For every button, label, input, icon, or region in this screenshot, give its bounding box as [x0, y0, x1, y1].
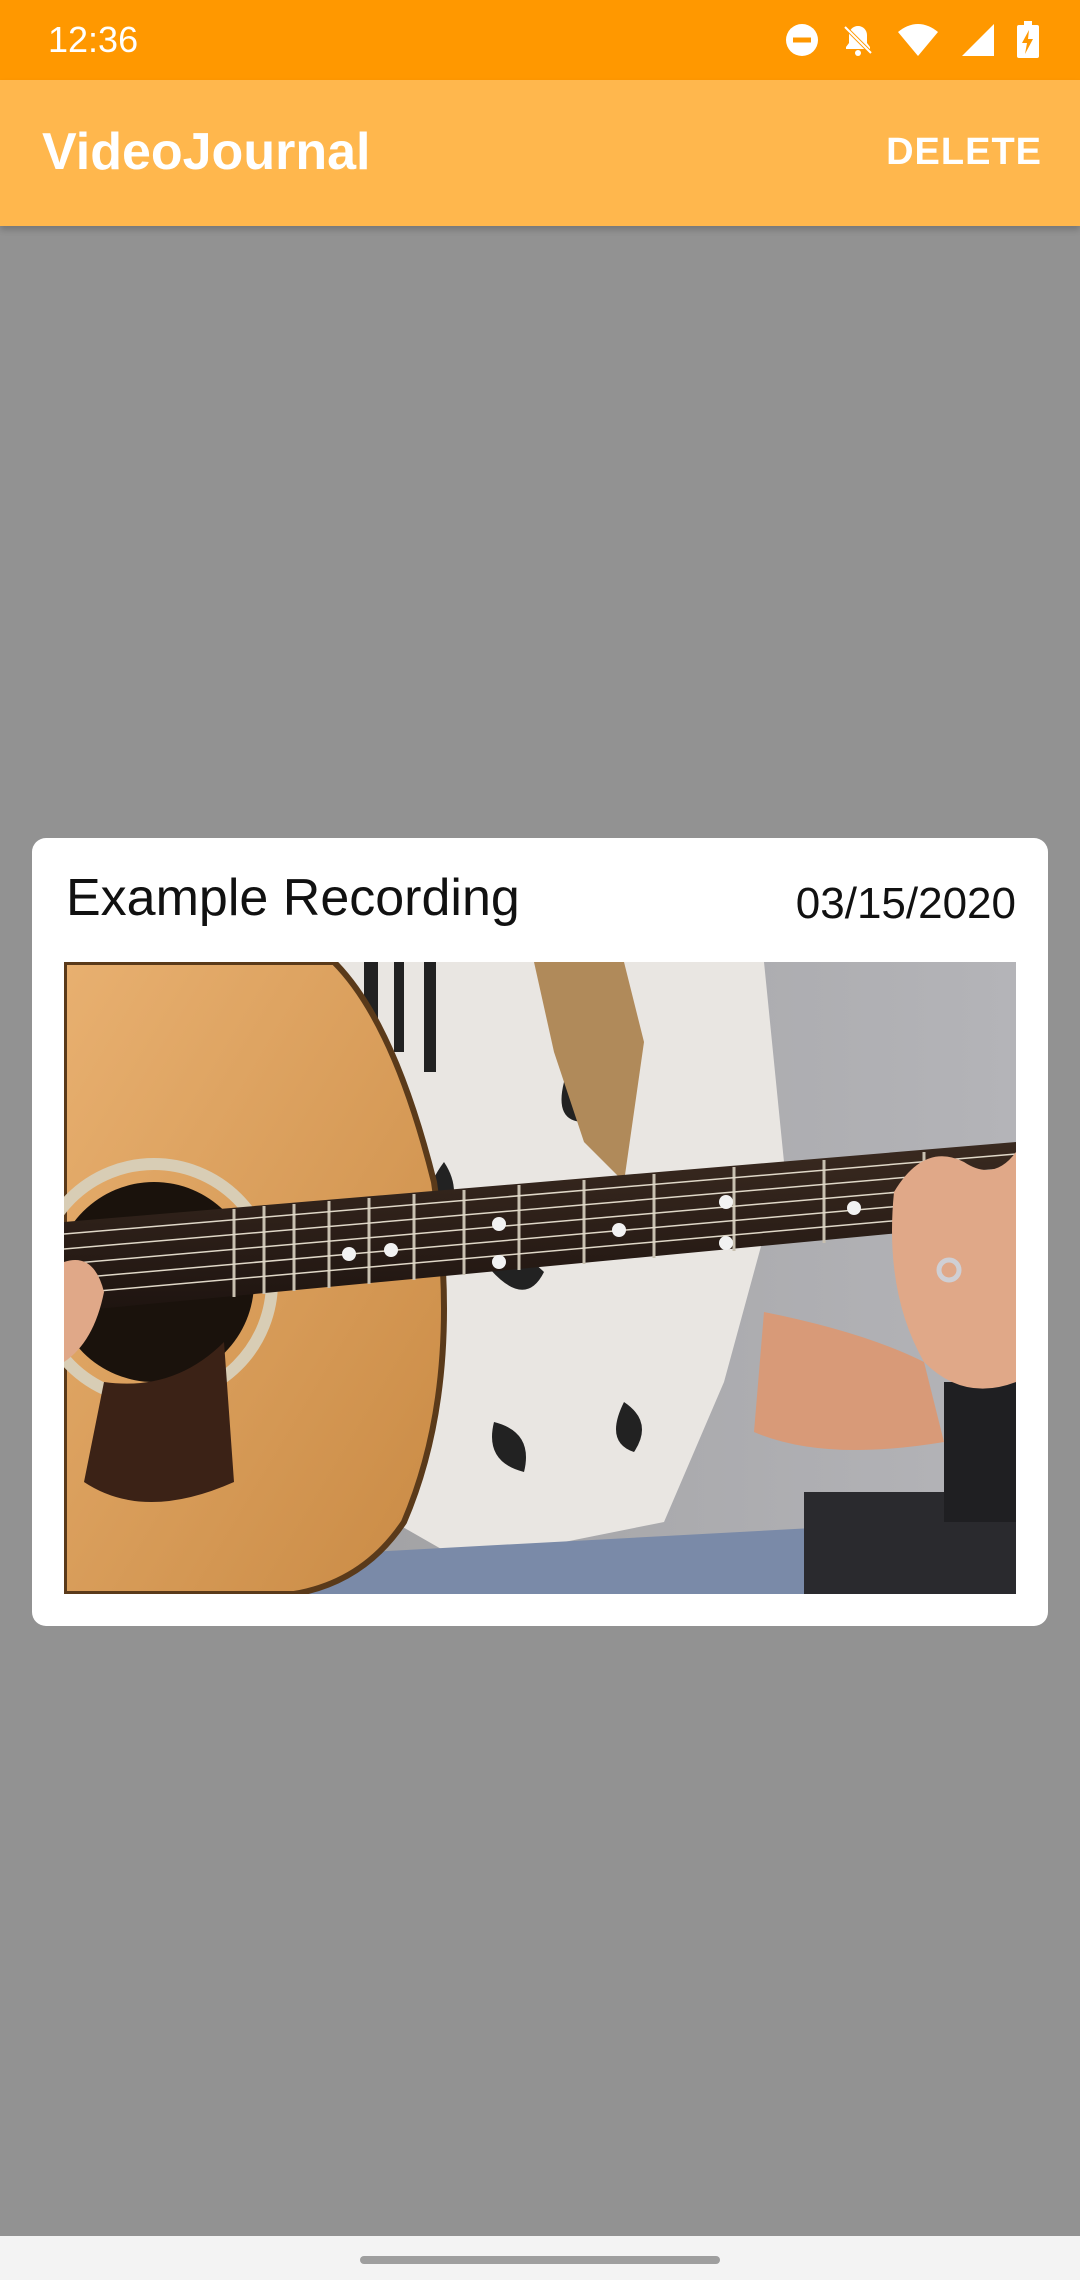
status-bar: 12:36: [0, 0, 1080, 80]
app-title: VideoJournal: [42, 123, 371, 181]
do-not-disturb-icon: [784, 22, 820, 58]
recording-title: Example Recording: [66, 869, 520, 927]
status-icons: [784, 20, 1040, 60]
signal-icon: [960, 22, 996, 58]
recording-dialog: Example Recording 03/15/2020: [32, 838, 1048, 1626]
recording-date: 03/15/2020: [795, 879, 1016, 928]
guitar-video-image: [64, 962, 1016, 1594]
status-time: 12:36: [48, 19, 139, 60]
battery-charging-icon: [1016, 21, 1040, 59]
navigation-bar: [0, 2236, 1080, 2280]
home-gesture-handle[interactable]: [360, 2256, 720, 2264]
wifi-icon: [896, 22, 940, 58]
app-bar: VideoJournal DELETE: [0, 80, 1080, 226]
notifications-off-icon: [840, 22, 876, 58]
delete-button[interactable]: DELETE: [880, 126, 1048, 178]
video-thumbnail[interactable]: [64, 962, 1016, 1594]
